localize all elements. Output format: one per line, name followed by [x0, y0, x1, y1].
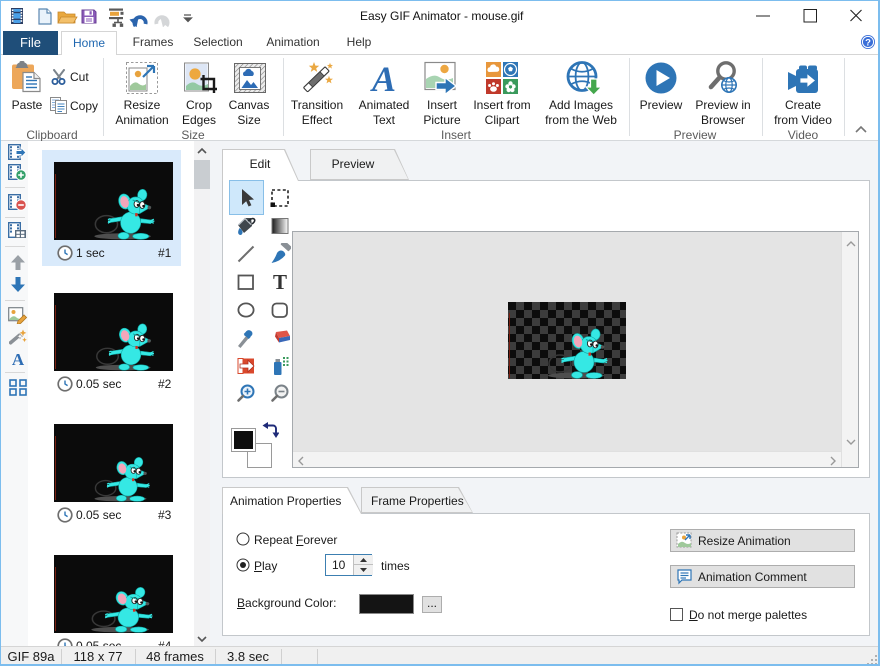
- svg-text:T: T: [273, 271, 287, 293]
- svg-text:?: ?: [865, 38, 871, 49]
- svg-text:A: A: [370, 62, 396, 94]
- svg-text:A: A: [12, 350, 25, 368]
